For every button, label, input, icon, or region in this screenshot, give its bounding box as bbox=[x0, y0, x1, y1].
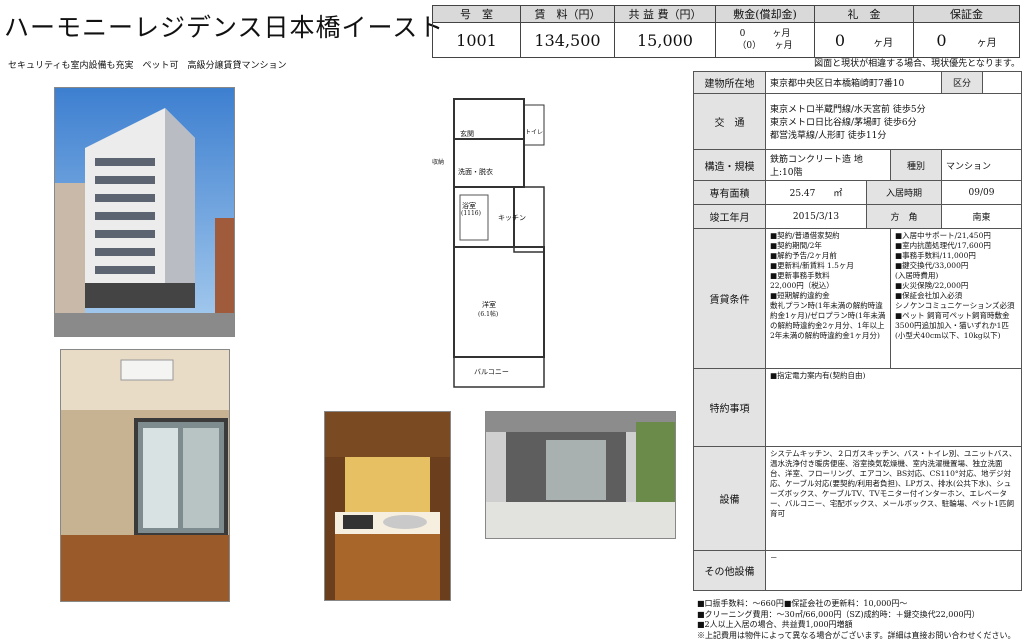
deposit-line2: （0） ヶ月 bbox=[737, 41, 793, 51]
terms-right: ■入居中サポート/21,450円 ■室内抗菌処理代/17,600円 ■事務手数料… bbox=[890, 228, 1022, 369]
terms-left-item: ■更新事務手数料 bbox=[770, 271, 830, 280]
terms-left-item: ■更新料/新賃料 1.5ヶ月 bbox=[770, 261, 854, 270]
deposit-line1: 0 ヶ月 bbox=[739, 29, 791, 39]
col-room: 号 室 bbox=[432, 5, 521, 23]
terms-left-item: ■契約/普通借家契約 bbox=[770, 231, 840, 240]
terms-right-item: ■鍵交換代/33,000円 bbox=[895, 261, 969, 270]
entrance-photo bbox=[485, 411, 676, 539]
built-label: 竣工年月 bbox=[693, 204, 766, 229]
fp-kitchen: キッチン bbox=[498, 214, 526, 222]
key-money-value: 0 ヶ月 bbox=[814, 22, 914, 58]
access-line-1: 東京メトロ半蔵門線/水天宮前 徒歩5分 bbox=[770, 105, 926, 115]
special-value: ■指定電力案内有(契約自由) bbox=[765, 368, 1022, 447]
terms-right-item: シノケンコミュニケーションズ必須 bbox=[895, 301, 1015, 310]
equip-value: システムキッチン、２口ガスキッチン、バス・トイレ別、ユニットバス、温水洗浄付き暖… bbox=[765, 446, 1022, 551]
rent-value: 134,500 bbox=[520, 22, 615, 58]
terms-left-item: ■短期解約違約金 bbox=[770, 291, 830, 300]
direction-label: 方 角 bbox=[866, 204, 942, 229]
deposit-value: 0 ヶ月 （0） ヶ月 bbox=[715, 22, 815, 58]
terms-right-item: (入居時費用) bbox=[895, 271, 939, 280]
area-label: 専有面積 bbox=[693, 180, 766, 205]
col-rent: 賃 料（円） bbox=[520, 5, 615, 23]
fee-value: 15,000 bbox=[614, 22, 716, 58]
terms-right-item: ■ペット 飼育可ペット飼育時敷金 3500円追加加入・猫いずれか1匹(小型犬40… bbox=[895, 311, 1010, 340]
fp-youshitsu-size: (6.1帖) bbox=[478, 311, 499, 318]
area-value: 25.47 ㎡ bbox=[765, 180, 867, 205]
ward-label: 区分 bbox=[941, 71, 983, 94]
fp-senmen: 洗面・脱衣 bbox=[458, 168, 493, 176]
access-value: 東京メトロ半蔵門線/水天宮前 徒歩5分 東京メトロ日比谷線/茅場町 徒歩6分 都… bbox=[765, 93, 1022, 150]
footer-line: ■クリーニング費用：～30㎡/66,000円（SZ)成約時：＋鍵交換代22,00… bbox=[697, 609, 980, 619]
footer-line: ■口振手数料：～660円■保証会社の更新料：10,000円～ bbox=[697, 599, 908, 608]
fp-toilet: トイレ bbox=[525, 129, 544, 136]
fp-storage: 収納 bbox=[432, 159, 445, 166]
terms-right-item: ■火災保険/22,000円 bbox=[895, 281, 969, 290]
type-value: マンション bbox=[941, 149, 1022, 181]
address-label: 建物所在地 bbox=[693, 71, 766, 94]
floor-plan: 玄関 洗面・脱衣 浴室 (1116) キッチン 洋室 (6.1帖) バルコニー … bbox=[432, 95, 550, 393]
room-number: 1001 bbox=[432, 22, 521, 58]
terms-right-item: ■入居中サポート/21,450円 bbox=[895, 231, 991, 240]
terms-left-item: 敷礼プラン時(1年未満の解約時違約金1ヶ月)/ゼロプラン時(1年未満の解約時違約… bbox=[770, 301, 886, 340]
ward-value bbox=[982, 71, 1022, 94]
equip-label: 設備 bbox=[693, 446, 766, 551]
kitchen-photo bbox=[324, 411, 451, 601]
guarantee-number: 0 bbox=[936, 30, 947, 50]
col-key-money: 礼 金 bbox=[814, 5, 914, 23]
fp-bath-size: (1116) bbox=[461, 210, 481, 217]
access-line-2: 東京メトロ日比谷線/茅場町 徒歩6分 bbox=[770, 118, 917, 128]
guarantee-unit: ヶ月 bbox=[976, 37, 997, 49]
guarantee-value: 0 ヶ月 bbox=[913, 22, 1020, 58]
terms-right-item: ■室内抗菌処理代/17,600円 bbox=[895, 241, 991, 250]
address-value: 東京都中央区日本橋箱崎町7番10 bbox=[765, 71, 942, 94]
access-line-3: 都営浅草線/人形町 徒歩11分 bbox=[770, 131, 887, 141]
structure-value: 鉄筋コンクリート造 地上:10階 bbox=[765, 149, 891, 181]
col-guarantee: 保証金 bbox=[913, 5, 1020, 23]
special-label: 特約事項 bbox=[693, 368, 766, 447]
footer-line: ※上記費用は物件によって異なる場合がございます。詳細は直接お問い合わせください。 bbox=[697, 630, 1016, 640]
fp-genkan: 玄関 bbox=[460, 130, 474, 138]
built-value: 2015/3/13 bbox=[765, 204, 867, 229]
terms-left-item: 22,000円（税込） bbox=[770, 281, 834, 290]
fp-balcony: バルコニー bbox=[474, 368, 509, 376]
access-label: 交 通 bbox=[693, 93, 766, 150]
property-title: ハーモニーレジデンス日本橋イースト bbox=[4, 13, 445, 42]
disclaimer-note: 図面と現状が相違する場合、現状優先となります。 bbox=[814, 59, 1020, 69]
building-exterior-photo bbox=[54, 87, 235, 337]
key-money-unit: ヶ月 bbox=[873, 37, 894, 49]
structure-label: 構造・規模 bbox=[693, 149, 766, 181]
direction-value: 南東 bbox=[941, 204, 1022, 229]
terms-left-item: ■契約期間/2年 bbox=[770, 241, 822, 250]
terms-left: ■契約/普通借家契約 ■契約期間/2年 ■解約予告/2ヶ月前 ■更新料/新賃料 … bbox=[765, 228, 891, 369]
lead-text: セキュリティも室内設備も充実 ペット可 高級分譲賃貸マンション bbox=[8, 61, 287, 71]
col-deposit: 敷金(償却金) bbox=[715, 5, 815, 23]
move-value: 09/09 bbox=[941, 180, 1022, 205]
footer-line: ■2人以上入居の場合、共益費1,000円増額 bbox=[697, 620, 853, 629]
type-label: 種別 bbox=[890, 149, 942, 181]
price-header-table: 号 室 賃 料（円） 共 益 費（円） 敷金(償却金) 礼 金 保証金 1001… bbox=[432, 5, 1020, 58]
terms-label: 賃貸条件 bbox=[693, 228, 766, 369]
move-label: 入居時期 bbox=[866, 180, 942, 205]
terms-left-item: ■解約予告/2ヶ月前 bbox=[770, 251, 837, 260]
terms-right-item: ■事務手数料/11,000円 bbox=[895, 251, 976, 260]
property-info-table: 建物所在地 東京都中央区日本橋箱崎町7番10 区分 交 通 東京メトロ半蔵門線/… bbox=[693, 71, 1022, 591]
other-value: － bbox=[765, 550, 1022, 591]
interior-room-photo bbox=[60, 349, 230, 602]
other-label: その他設備 bbox=[693, 550, 766, 591]
key-money-number: 0 bbox=[834, 30, 846, 50]
col-fee: 共 益 費（円） bbox=[614, 5, 716, 23]
footer-notes: ■口振手数料：～660円■保証会社の更新料：10,000円～ ■クリーニング費用… bbox=[697, 599, 1016, 641]
terms-right-item: ■保証会社加入必須 bbox=[895, 291, 963, 300]
